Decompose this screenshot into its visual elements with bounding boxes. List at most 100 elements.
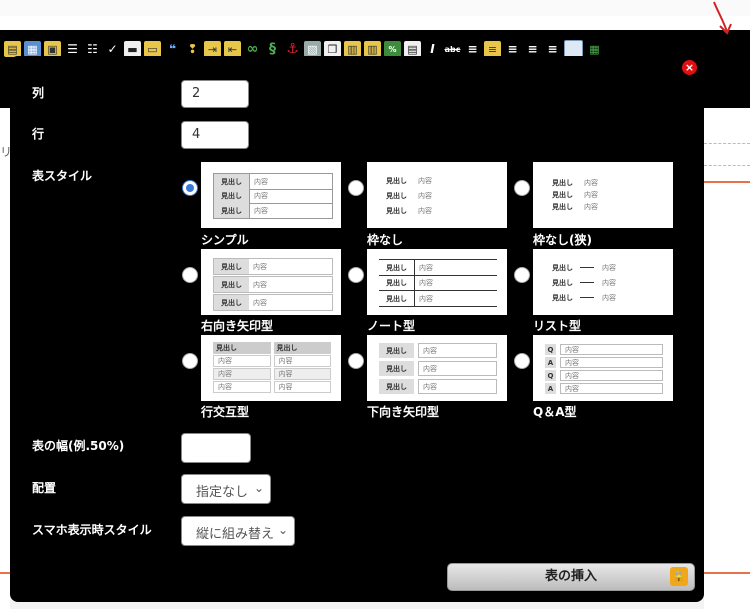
style-thumb-qa[interactable]: Q 内容 A 内容 Q 内容 A 内容 xyxy=(533,335,673,401)
mobile-style-select[interactable]: 縦に組み替え ⌄ xyxy=(181,516,295,546)
style-thumb-noborder[interactable]: 見出し 内容 見出し 内容 見出し 内容 xyxy=(367,162,507,228)
paste-icon[interactable]: ▤ xyxy=(4,41,21,57)
anchor-icon[interactable]: ⚓ xyxy=(284,41,301,57)
thumb-row: 見出し 内容 xyxy=(213,188,333,204)
align-middle-icon[interactable]: ≡ xyxy=(484,41,501,57)
thumb-row: 見出し 内容 xyxy=(552,293,616,302)
style-thumb-right-arrow[interactable]: 見出し 内容 見出し 内容 見出し 内容 xyxy=(201,249,341,315)
link-icon[interactable]: ∞ xyxy=(244,41,261,57)
thumb-row: 見出し 内容 xyxy=(552,263,616,272)
thumb-row: 見出し 内容 xyxy=(386,176,432,185)
style-radio-noborder[interactable] xyxy=(348,180,364,196)
thumb-row: 見出し 見出し xyxy=(213,342,331,354)
align-select-value: 指定なし xyxy=(196,485,249,500)
clipboard-icon[interactable]: ▥ xyxy=(344,41,361,57)
page-background-left xyxy=(0,108,10,609)
thumb-row: 見出し 内容 xyxy=(379,275,497,291)
card-icon[interactable]: ▤ xyxy=(404,41,421,57)
mobile-style-select-value: 縦に組み替え xyxy=(196,527,275,542)
copy-icon[interactable]: ❐ xyxy=(324,41,341,57)
quote-icon[interactable]: ❝ xyxy=(164,41,181,57)
image-icon[interactable]: ▦ xyxy=(24,41,41,57)
thumb-row: 見出し 内容 xyxy=(552,203,598,211)
style-caption-right-arrow: 右向き矢印型 xyxy=(201,319,274,333)
style-thumb-note[interactable]: 見出し 内容 見出し 内容 見出し 内容 xyxy=(367,249,507,315)
lock-icon: 🔒 xyxy=(670,567,688,586)
footprint-icon[interactable]: ❢ xyxy=(184,41,201,57)
thumb-row: 見出し 内容 xyxy=(552,191,598,199)
style-caption-noborder-narrow: 枠なし(狭) xyxy=(533,233,592,247)
thumb-row: 見出し 内容 xyxy=(379,291,497,307)
style-caption-alternate: 行交互型 xyxy=(201,405,250,419)
align-left-icon[interactable]: ≡ xyxy=(504,41,521,57)
gallery-icon[interactable]: ▧ xyxy=(304,41,321,57)
style-thumb-simple[interactable]: 見出し 内容 見出し 内容 見出し 内容 xyxy=(201,162,341,228)
thumb-row: 見出し 内容 xyxy=(213,276,333,293)
percent-icon[interactable]: % xyxy=(384,41,401,57)
thumb-row: 内容 内容 xyxy=(213,381,331,393)
thumb-row: 見出し 内容 xyxy=(213,203,333,219)
style-thumb-noborder-narrow[interactable]: 見出し 内容 見出し 内容 見出し 内容 xyxy=(533,162,673,228)
thumb-row: 見出し 内容 xyxy=(379,361,497,376)
style-thumb-alternate[interactable]: 見出し 見出し 内容 内容 内容 内容 内容 内容 xyxy=(201,335,341,401)
style-caption-qa: Q＆A型 xyxy=(533,405,577,419)
style-caption-noborder: 枠なし xyxy=(367,233,404,247)
style-radio-simple[interactable] xyxy=(182,180,198,196)
check-list-icon[interactable]: ✓ xyxy=(104,41,121,57)
style-thumb-down-arrow[interactable]: 見出し 内容 見出し 内容 見出し 内容 xyxy=(367,335,507,401)
style-radio-down-arrow[interactable] xyxy=(348,353,364,369)
align-select[interactable]: 指定なし ⌄ xyxy=(181,474,271,504)
align-justify-icon[interactable]: ≡ xyxy=(464,41,481,57)
width-input[interactable] xyxy=(181,433,251,463)
clipboard-icon[interactable]: ▥ xyxy=(364,41,381,57)
thumb-row: 見出し 内容 xyxy=(379,343,497,358)
align-center-icon[interactable]: ≡ xyxy=(524,41,541,57)
style-caption-list: リスト型 xyxy=(533,319,582,333)
style-radio-right-arrow[interactable] xyxy=(182,267,198,283)
chevron-down-icon: ⌄ xyxy=(253,481,264,495)
style-radio-list[interactable] xyxy=(514,267,530,283)
divider xyxy=(704,572,750,574)
outdent-icon[interactable]: ⇤ xyxy=(224,41,241,57)
numbered-list-icon[interactable]: ☷ xyxy=(84,41,101,57)
rows-label: 行 xyxy=(32,127,45,141)
thumb-row: Q 内容 xyxy=(545,344,663,355)
thumb-row: 見出し 内容 xyxy=(213,294,333,311)
unlink-icon[interactable]: § xyxy=(264,41,281,57)
table2-icon[interactable]: ▦ xyxy=(586,41,603,57)
strike-icon[interactable]: abc xyxy=(444,41,461,57)
thumb-row: 内容 内容 xyxy=(213,355,331,367)
hr-icon[interactable]: ▬ xyxy=(124,41,141,57)
align-label: 配置 xyxy=(32,481,57,495)
thumb-row: 見出し 内容 xyxy=(552,179,598,187)
divider xyxy=(704,181,750,183)
style-radio-note[interactable] xyxy=(348,267,364,283)
thumb-row: 見出し 内容 xyxy=(213,258,333,275)
red-arrow-annotation xyxy=(713,1,732,35)
cols-input[interactable]: 2 xyxy=(181,80,249,108)
insert-table-button[interactable]: 表の挿入 🔒 xyxy=(447,563,695,591)
rows-input[interactable]: 4 xyxy=(181,121,249,149)
style-radio-alternate[interactable] xyxy=(182,353,198,369)
page-top-bar xyxy=(0,0,750,17)
bullet-list-icon[interactable]: ☰ xyxy=(64,41,81,57)
photo-icon[interactable]: ▣ xyxy=(44,41,61,57)
width-label: 表の幅(例.50%) xyxy=(32,439,125,453)
style-radio-noborder-narrow[interactable] xyxy=(514,180,530,196)
style-caption-down-arrow: 下向き矢印型 xyxy=(367,405,440,419)
close-icon[interactable]: × xyxy=(682,60,697,75)
cols-label: 列 xyxy=(32,86,45,100)
style-thumb-list[interactable]: 見出し 内容 見出し 内容 見出し 内容 xyxy=(533,249,673,315)
table-insert-dialog: × 列 2 行 4 表スタイル 見出し 内容 見出し 内容 見出し 内容 シンプル 見… xyxy=(10,56,704,602)
box-icon[interactable]: ▭ xyxy=(144,41,161,57)
italic-icon[interactable]: I xyxy=(424,41,441,57)
chevron-down-icon: ⌄ xyxy=(277,523,288,537)
thumb-row: A 内容 xyxy=(545,357,663,368)
page-strip xyxy=(0,16,750,30)
mobile-style-label: スマホ表示時スタイル xyxy=(32,523,152,537)
style-radio-qa[interactable] xyxy=(514,353,530,369)
style-caption-simple: シンプル xyxy=(201,233,249,247)
align-right-icon[interactable]: ≡ xyxy=(544,41,561,57)
thumb-row: 見出し 内容 xyxy=(386,191,432,200)
indent-icon[interactable]: ⇥ xyxy=(204,41,221,57)
